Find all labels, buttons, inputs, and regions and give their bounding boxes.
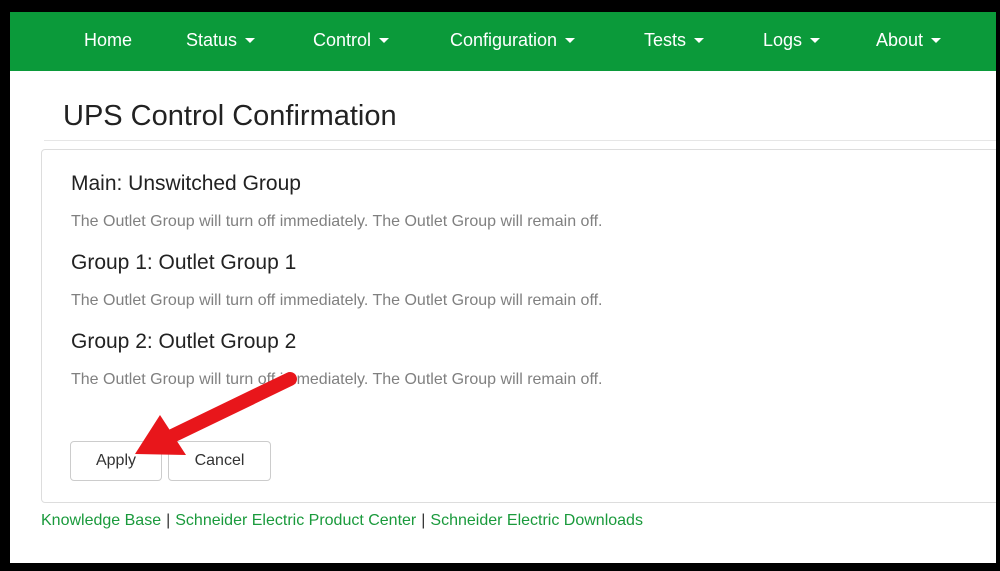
footer-link-downloads[interactable]: Schneider Electric Downloads <box>430 512 643 529</box>
page-title: UPS Control Confirmation <box>63 100 397 132</box>
group-title-group-2: Group 2: Outlet Group 2 <box>71 330 297 353</box>
footer-links: Knowledge Base | Schneider Electric Produc… <box>41 512 643 530</box>
caret-down-icon <box>379 38 390 43</box>
caret-down-icon <box>565 38 576 43</box>
nav-logs-label: Logs <box>763 30 803 50</box>
nav-tests-label: Tests <box>644 30 687 50</box>
nav-home[interactable]: Home <box>84 30 132 51</box>
caret-down-icon <box>931 38 942 43</box>
caret-down-icon <box>694 38 705 43</box>
nav-about[interactable]: About <box>876 30 942 51</box>
nav-logs[interactable]: Logs <box>763 30 821 51</box>
group-description-group-2: The Outlet Group will turn off immediate… <box>71 371 603 388</box>
nav-status[interactable]: Status <box>186 30 256 51</box>
title-divider <box>44 140 996 141</box>
nav-control-label: Control <box>313 30 372 50</box>
group-title-group-1: Group 1: Outlet Group 1 <box>71 251 297 274</box>
nav-configuration[interactable]: Configuration <box>450 30 576 51</box>
nav-about-label: About <box>876 30 924 50</box>
nav-tests[interactable]: Tests <box>644 30 705 51</box>
nav-control[interactable]: Control <box>313 30 390 51</box>
group-title-main: Main: Unswitched Group <box>71 172 301 195</box>
footer-separator: | <box>421 512 426 529</box>
footer-separator: | <box>166 512 171 529</box>
nav-status-label: Status <box>186 30 238 50</box>
footer-link-product-center[interactable]: Schneider Electric Product Center <box>175 512 416 529</box>
caret-down-icon <box>245 38 256 43</box>
footer-link-knowledge-base[interactable]: Knowledge Base <box>41 512 161 529</box>
group-description-group-1: The Outlet Group will turn off immediate… <box>71 292 603 309</box>
apply-button[interactable]: Apply <box>70 441 162 481</box>
caret-down-icon <box>810 38 821 43</box>
top-navbar: Home Status Control Configuration Tests … <box>10 12 996 71</box>
nav-configuration-label: Configuration <box>450 30 558 50</box>
nav-home-label: Home <box>84 30 133 50</box>
group-description-main: The Outlet Group will turn off immediate… <box>71 213 603 230</box>
cancel-button[interactable]: Cancel <box>168 441 271 481</box>
app-window: Home Status Control Configuration Tests … <box>10 12 996 563</box>
